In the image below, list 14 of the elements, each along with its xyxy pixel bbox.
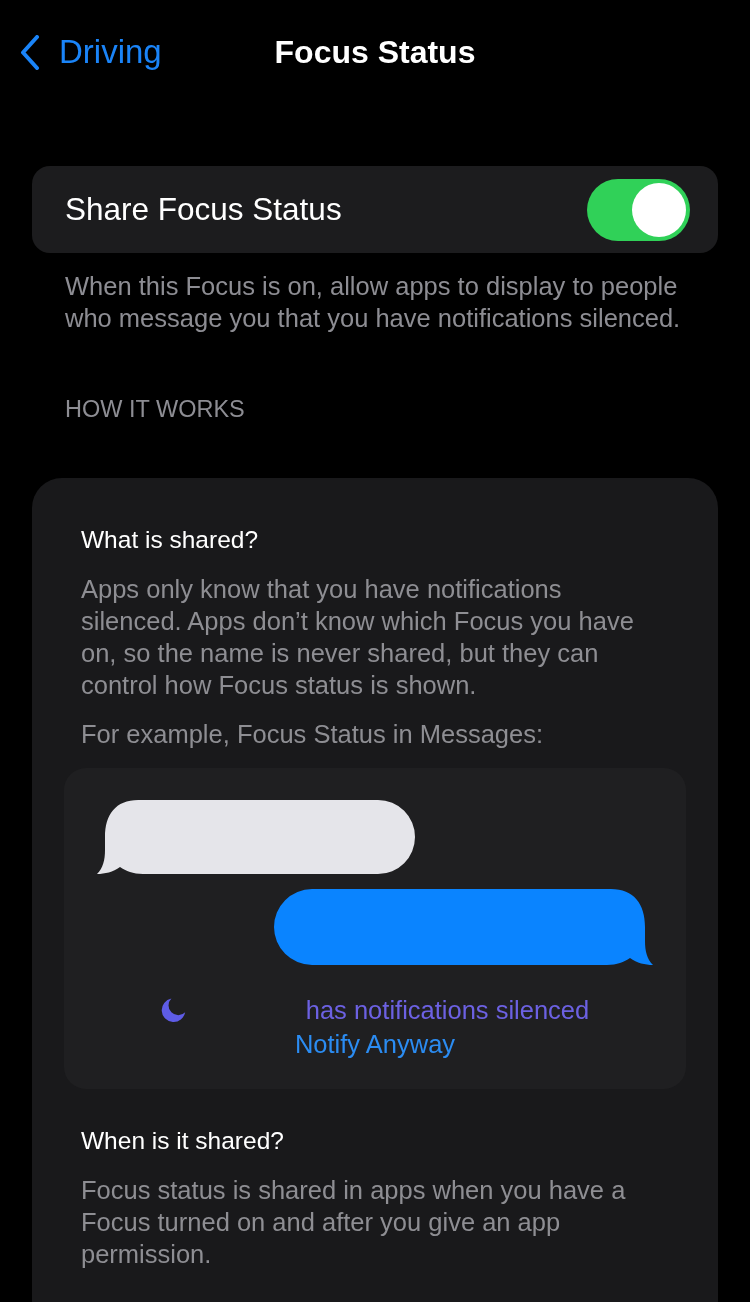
section-header: HOW IT WORKS — [65, 395, 246, 424]
page-title: Focus Status — [274, 33, 476, 71]
chevron-left-icon — [20, 34, 40, 70]
footer-text: When this Focus is on, allow apps to display to people who message you that you have notifications silenced. — [65, 271, 682, 334]
section-heading: When is it shared? — [81, 1126, 285, 1156]
notify-anyway-label: Notify Anyway — [294, 1029, 456, 1060]
moon-icon — [160, 997, 186, 1023]
body-text: For example, Focus Status in Messages: — [81, 719, 545, 750]
status-text: has notifications silenced — [305, 995, 590, 1026]
body-text: Apps only know that you have notifications silenced. Apps don’t know which Focus you have on, so the name is never shared, but they can control how Focus status is shown. — [81, 574, 635, 701]
body-text: Focus status is shared in apps when you have a Focus turned on and after you give an app permission. — [81, 1175, 627, 1270]
setting-label: Share Focus Status — [65, 191, 342, 228]
section-heading: What is shared? — [81, 525, 260, 555]
back-button[interactable]: Driving — [20, 33, 162, 71]
